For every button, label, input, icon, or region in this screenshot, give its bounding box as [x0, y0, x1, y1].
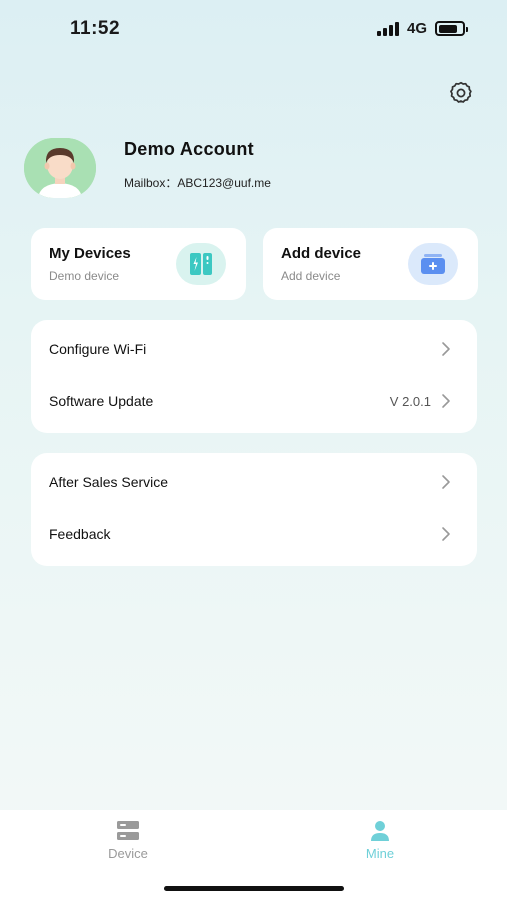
status-time: 11:52 — [70, 18, 121, 39]
avatar-image — [24, 138, 96, 198]
server-icon — [117, 821, 139, 840]
gear-icon — [450, 81, 472, 103]
mailbox-text: Mailbox：ABC123@uuf.me — [124, 176, 271, 190]
devices-icon — [176, 243, 226, 285]
chevron-right-icon — [442, 342, 450, 356]
configure-wifi-row[interactable]: Configure Wi-Fi — [31, 329, 477, 369]
tab-device[interactable]: Device — [88, 820, 168, 861]
support-card: After Sales Service Feedback — [31, 453, 477, 566]
feedback-label: Feedback — [49, 526, 111, 542]
add-device-tile[interactable]: Add device Add device — [263, 228, 478, 300]
status-bar: 11:52 4G — [0, 0, 507, 58]
profile-info: Demo Account Mailbox：ABC123@uuf.me — [124, 139, 271, 191]
tab-mine[interactable]: Mine — [340, 820, 420, 861]
chevron-right-icon — [442, 475, 450, 489]
signal-icon — [376, 21, 399, 36]
software-update-row[interactable]: Software Update V 2.0.1 — [31, 381, 477, 421]
after-sales-row[interactable]: After Sales Service — [31, 462, 477, 502]
avatar[interactable] — [24, 138, 96, 198]
software-update-label: Software Update — [49, 393, 154, 409]
settings-card: Configure Wi-Fi Software Update V 2.0.1 — [31, 320, 477, 433]
home-indicator — [164, 886, 344, 891]
tab-device-label: Device — [108, 846, 148, 861]
my-devices-tile[interactable]: My Devices Demo device — [31, 228, 246, 300]
my-devices-subtitle: Demo device — [49, 269, 120, 283]
my-devices-title: My Devices — [49, 245, 131, 262]
account-name: Demo Account — [124, 139, 254, 159]
battery-level — [438, 24, 458, 33]
profile-section[interactable]: Demo Account Mailbox：ABC123@uuf.me — [24, 138, 271, 198]
feedback-row[interactable]: Feedback — [31, 514, 477, 554]
add-device-title: Add device — [281, 245, 362, 262]
settings-button[interactable] — [446, 78, 476, 108]
chevron-right-icon — [442, 527, 450, 541]
person-icon — [371, 821, 389, 841]
software-version: V 2.0.1 — [389, 393, 431, 409]
chevron-right-icon — [442, 394, 450, 408]
tab-mine-label: Mine — [365, 846, 395, 861]
after-sales-label: After Sales Service — [49, 474, 169, 490]
battery-icon — [435, 21, 468, 36]
add-device-icon — [408, 243, 458, 285]
add-device-subtitle: Add device — [281, 269, 341, 283]
configure-wifi-label: Configure Wi-Fi — [49, 341, 147, 357]
network-type: 4G — [406, 20, 427, 37]
status-indicators: 4G — [376, 20, 468, 37]
